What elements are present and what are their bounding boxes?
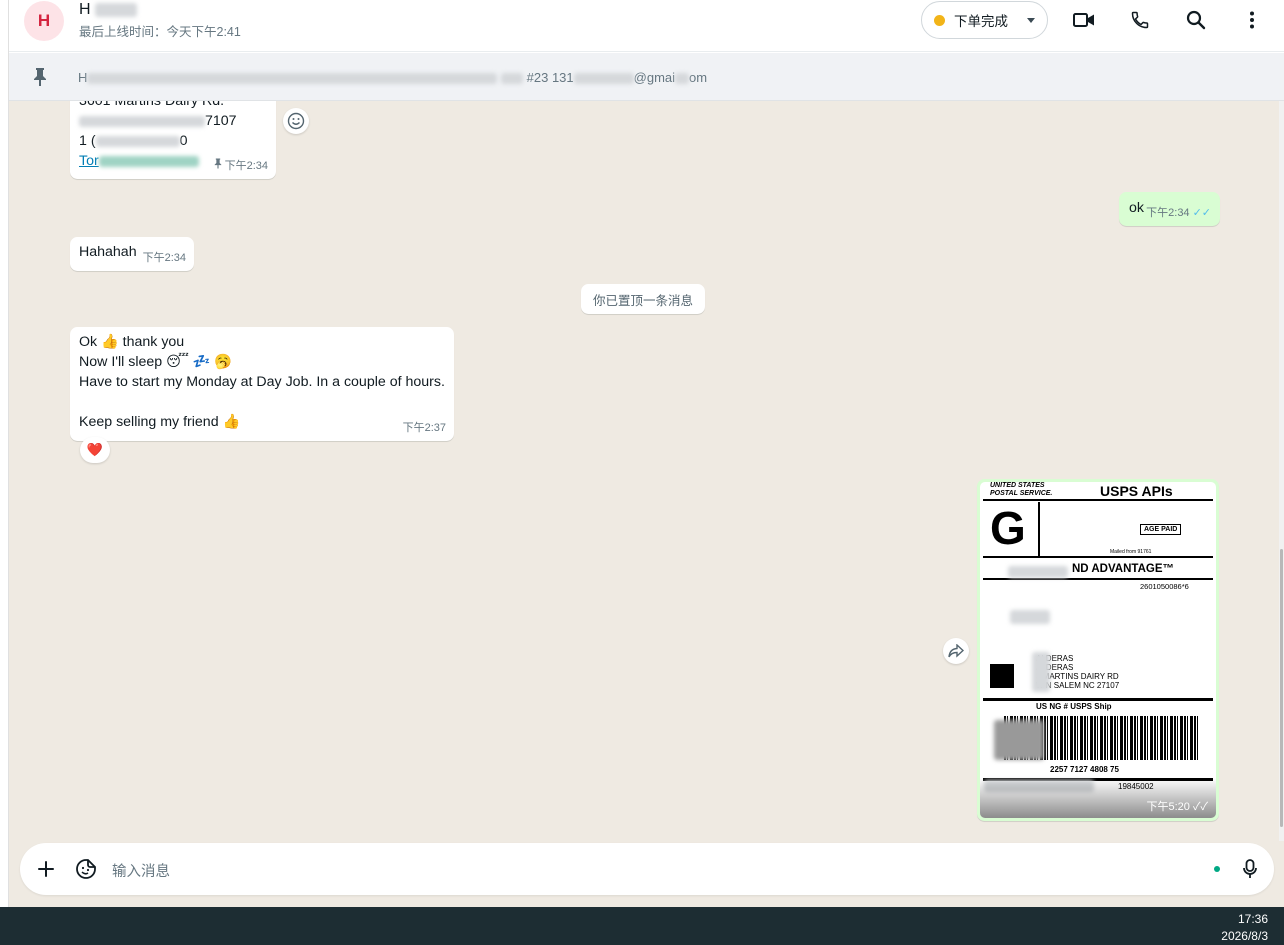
service-name: ND ADVANTAGE™ [1072,563,1175,575]
redacted-text [994,720,1044,760]
contact-name-text: H [79,1,91,18]
chevron-down-icon [1027,18,1035,23]
phone-suffix: 0 [179,133,188,149]
postage-paid: AGE PAID [1140,524,1182,535]
pin-icon [214,156,222,176]
message-bubble-address[interactable]: 3601 Martins Dairy Rd. 7107 1 ( 0 Tor 下午2… [70,101,276,179]
label-divider [983,556,1213,558]
address-line-3: 1 ( 0 [79,131,187,151]
redacted-text [98,155,199,167]
label-divider [1038,502,1040,556]
status-dot [934,14,945,26]
qr-code [990,664,1014,688]
redacted-text [1032,652,1050,692]
sticker-icon[interactable] [74,857,98,881]
pinned-email: @gmai [633,70,676,85]
message-time: 下午5:20 ✓✓ [1146,798,1208,814]
left-panel-edge [0,0,9,907]
image-message-shipping-label[interactable]: UNITED STATES POSTAL SERVICE. USPS APIs G… [977,479,1219,821]
os-taskbar: 17:36 2026/8/3 [0,907,1284,945]
label-divider [983,698,1213,701]
contact-name[interactable]: H [79,1,137,19]
shipping-label-image: UNITED STATES POSTAL SERVICE. USPS APIs G… [980,482,1216,818]
message-time: 下午2:34 ✓✓ [1146,203,1211,223]
address-zip: 7107 [205,113,237,129]
message-line-2: Now I'll sleep 😴 💤 🥱 [79,354,233,370]
pin-icon [33,67,47,92]
label-divider [983,578,1213,580]
more-options-icon[interactable] [1240,8,1264,32]
smiley-icon [287,112,305,130]
heart-reaction[interactable]: ❤️ [80,437,110,463]
video-call-icon[interactable] [1072,8,1096,32]
time-text: 下午5:20 [1146,801,1190,813]
redacted-text [95,135,180,147]
plus-icon[interactable] [34,857,58,881]
microphone-icon[interactable] [1238,857,1262,881]
time-text: 下午2:34 [224,160,268,172]
message-bubble-outgoing[interactable]: ok 下午2:34 ✓✓ [1119,192,1220,226]
last-seen-status: 最后上线时间：今天下午2:41 [79,25,241,39]
pinned-mid: #23 131 [526,70,574,85]
redacted-text [79,115,205,127]
time-text: 下午2:34 [1146,207,1190,219]
system-clock[interactable]: 17:36 2026/8/3 [1221,911,1268,945]
message-line-3: Have to start my Monday at Day Job. In a… [79,374,445,390]
voice-call-icon[interactable] [1128,8,1152,32]
avatar[interactable]: H [24,1,64,41]
forward-icon [948,644,964,658]
read-receipt-icon: ✓✓ [1192,801,1208,813]
redacted-text [501,73,524,85]
scrollbar-thumb[interactable] [1280,549,1283,827]
usps-logo-text: UNITED STATES POSTAL SERVICE. [990,482,1052,498]
clock-time: 17:36 [1237,912,1268,926]
pinned-email-end: om [689,70,708,85]
message-line-4: Keep selling my friend 👍 [79,414,241,430]
redacted-name [94,2,137,17]
system-notice: 你已置顶一条消息 [581,284,705,314]
redacted-text [573,73,634,85]
label-divider [983,499,1213,501]
chat-messages-area[interactable]: 3601 Martins Dairy Rd. 7107 1 ( 0 Tor 下午2… [9,101,1279,841]
link-text: Tor [79,153,99,169]
message-bubble-incoming[interactable]: Hahahah 下午2:34 [70,237,194,271]
usps-line-2: POSTAL SERVICE. [990,490,1053,497]
pinned-lead: H [78,70,88,85]
address-line-2: 7107 [79,111,237,131]
message-time: 下午2:34 [142,252,186,264]
order-status-label: 下单完成 [954,14,1008,29]
message-bubble-incoming[interactable]: Ok 👍 thank you Now I'll sleep 😴 💤 🥱 Have… [70,327,454,441]
order-status-dropdown[interactable]: 下单完成 [921,1,1048,39]
forward-button[interactable] [943,638,969,664]
usps-line-1: UNITED STATES [990,482,1045,489]
address-link[interactable]: Tor [79,151,199,171]
tracking-label: US NG # USPS Ship [1036,702,1112,711]
chat-header: H H 最后上线时间：今天下午2:41 下单完成 [9,0,1284,52]
message-composer[interactable]: 输入消息 [20,843,1274,895]
message-text: ok [1129,200,1144,216]
redacted-text [1008,566,1068,578]
service-letter: G [990,502,1026,554]
mailed-from: Mailed from 91761 [1110,549,1152,555]
message-input[interactable]: 输入消息 [112,860,170,881]
message-text: Hahahah [79,244,137,260]
emoji-react-button[interactable] [283,108,309,134]
message-line-1: Ok 👍 thank you [79,334,185,350]
search-icon[interactable] [1184,8,1208,32]
reference-number: 2601050086*6 [1140,582,1189,591]
pinned-message-text: H #23 131 @gmai om [78,70,707,85]
redacted-text [1010,610,1050,624]
phone-prefix: 1 ( [79,133,96,149]
tracking-number: 2257 7127 4808 75 [1050,765,1119,774]
message-time: 下午2:37 [402,422,446,434]
pinned-message-bar[interactable]: H #23 131 @gmai om [9,53,1284,101]
message-time: 下午2:34 [214,156,268,176]
read-receipt-icon: ✓✓ [1192,207,1211,219]
redacted-text [675,73,690,85]
clock-date: 2026/8/3 [1221,929,1268,943]
redacted-text [87,73,498,85]
address-line-1: 3601 Martins Dairy Rd. [79,101,225,109]
label-title: USPS APIs [1100,483,1173,499]
status-indicator-dot [1214,866,1220,872]
